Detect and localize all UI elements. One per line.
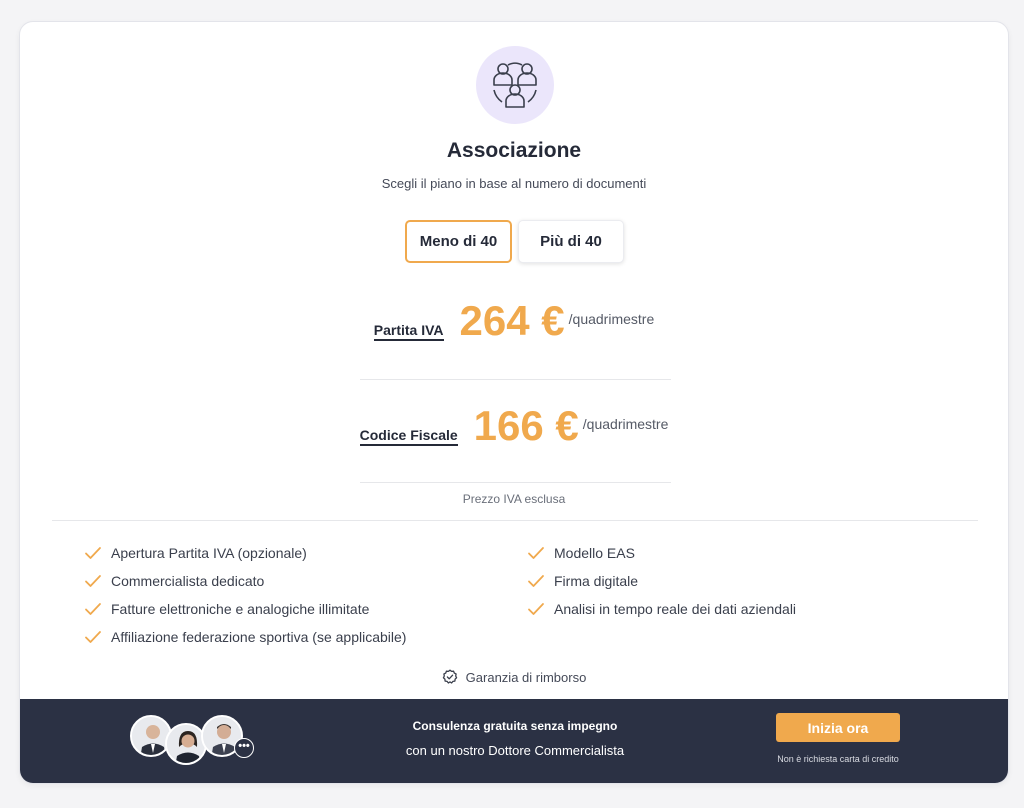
check-icon (527, 546, 545, 560)
feature-label: Analisi in tempo reale dei dati aziendal… (554, 601, 797, 617)
feature-label: Modello EAS (554, 545, 635, 561)
feature-label: Commercialista dedicato (111, 573, 265, 589)
badge-check-icon (442, 669, 458, 685)
check-icon (527, 574, 545, 588)
more-advisors-badge: ••• (234, 738, 254, 758)
guarantee: Garanzia di rimborso (20, 669, 1008, 685)
price-period: /quadrimestre (582, 416, 669, 432)
consultation-banner: ••• Consulenza gratuita senza impegno co… (20, 699, 1008, 783)
feature-item: Modello EAS (527, 539, 796, 567)
feature-label: Apertura Partita IVA (opzionale) (111, 545, 307, 561)
feature-item: Affiliazione federazione sportiva (se ap… (84, 623, 406, 651)
feature-item: Apertura Partita IVA (opzionale) (84, 539, 406, 567)
feature-label: Firma digitale (554, 573, 639, 589)
toggle-more-than-40[interactable]: Più di 40 (518, 220, 624, 263)
consultation-title: Consulenza gratuita senza impegno (412, 719, 618, 733)
group-people-icon (476, 46, 554, 124)
feature-item: Analisi in tempo reale dei dati aziendal… (527, 595, 796, 623)
pricing-card: Associazione Scegli il piano in base al … (19, 21, 1009, 784)
check-icon (84, 546, 102, 560)
vat-note: Prezzo IVA esclusa (462, 492, 566, 506)
toggle-less-than-40[interactable]: Meno di 40 (405, 220, 512, 263)
price-label-codice-fiscale[interactable]: Codice Fiscale (359, 427, 458, 446)
plan-title: Associazione (446, 139, 582, 162)
price-row-partita-iva: Partita IVA 264 € /quadrimestre (20, 297, 1008, 345)
price-period: /quadrimestre (568, 311, 655, 327)
avatar (165, 723, 207, 765)
consultation-subtitle: con un nostro Dottore Commercialista (405, 743, 625, 758)
price-row-codice-fiscale: Codice Fiscale 166 € /quadrimestre (20, 402, 1008, 450)
divider (360, 482, 671, 483)
feature-item: Firma digitale (527, 567, 796, 595)
check-icon (527, 602, 545, 616)
feature-label: Fatture elettroniche e analogiche illimi… (111, 601, 370, 617)
cta-note: Non è richiesta carta di credito (777, 754, 899, 764)
divider (52, 520, 978, 521)
price-label-partita-iva[interactable]: Partita IVA (373, 322, 444, 341)
divider (360, 379, 671, 380)
feature-item: Commercialista dedicato (84, 567, 406, 595)
start-now-button[interactable]: Inizia ora (776, 713, 900, 742)
check-icon (84, 630, 102, 644)
feature-label: Affiliazione federazione sportiva (se ap… (111, 629, 407, 645)
price-amount-codice-fiscale: 166 € (473, 402, 579, 449)
check-icon (84, 574, 102, 588)
feature-list-right: Modello EAS Firma digitale Analisi in te… (527, 539, 796, 623)
guarantee-label: Garanzia di rimborso (465, 669, 587, 685)
plan-subtitle: Scegli il piano in base al numero di doc… (381, 176, 647, 191)
feature-item: Fatture elettroniche e analogiche illimi… (84, 595, 406, 623)
check-icon (84, 602, 102, 616)
feature-list-left: Apertura Partita IVA (opzionale) Commerc… (84, 539, 406, 651)
price-amount-partita-iva: 264 € (459, 297, 565, 344)
